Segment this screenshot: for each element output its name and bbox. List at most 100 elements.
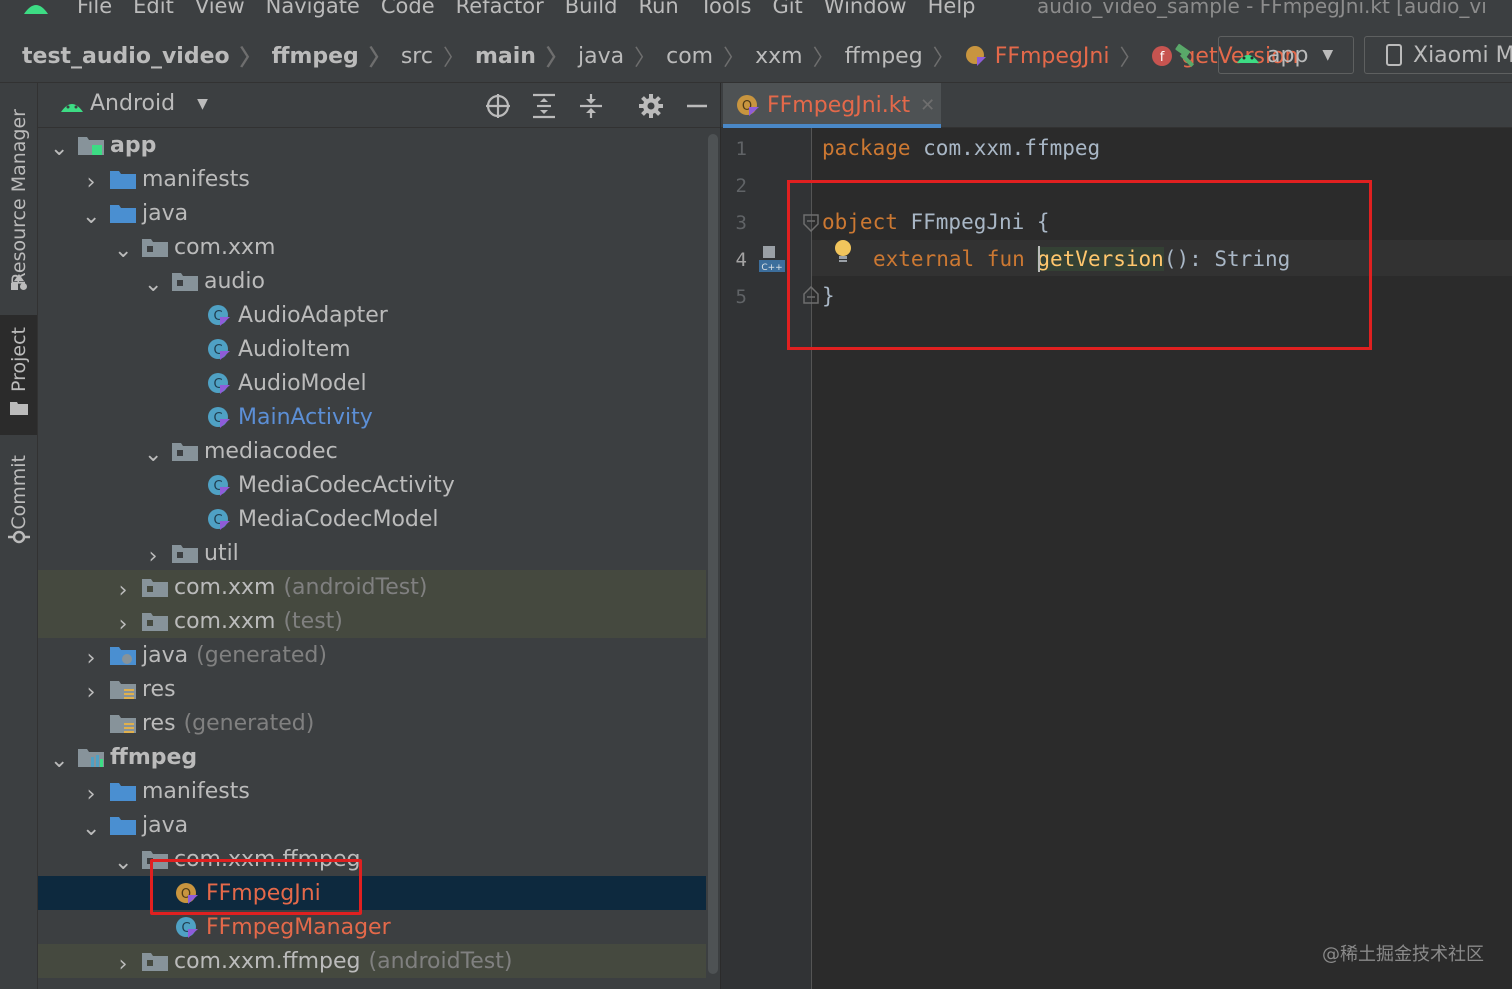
run-configuration-select[interactable]: app ▼ <box>1218 36 1354 74</box>
tree-item-manifests[interactable]: › manifests <box>38 162 720 196</box>
chevron-down-icon[interactable]: ⌄ <box>50 748 68 773</box>
tree-item-package-audio[interactable]: ⌄ audio <box>38 264 720 298</box>
tab-ffmpegjni-kt[interactable]: O FFmpegJni.kt ✕ <box>723 83 941 127</box>
tab-resource-manager[interactable]: Resource Manager <box>0 93 37 301</box>
chevron-right-icon[interactable]: › <box>82 170 100 195</box>
tree-item-package-com-xxm[interactable]: ⌄ com.xxm <box>38 230 720 264</box>
view-mode-select[interactable]: Android ▼ <box>60 91 208 116</box>
tab-project[interactable]: Project <box>0 315 37 435</box>
breadcrumb-item-ffmpegjni[interactable]: FFmpegJni 〉 <box>965 40 1152 72</box>
tree-item-java[interactable]: ⌄ java <box>38 196 720 230</box>
tree-item-ffmpegmanager[interactable]: C FFmpegManager <box>38 910 720 944</box>
menu-file[interactable]: File <box>77 0 112 18</box>
tree-item-res[interactable]: › res <box>38 672 720 706</box>
collapse-all-icon[interactable] <box>578 93 604 119</box>
menu-edit[interactable]: Edit <box>133 0 174 18</box>
chevron-right-icon[interactable]: › <box>114 578 132 603</box>
chevron-down-icon[interactable]: ⌄ <box>114 850 132 875</box>
tree-item-label: com.xxm <box>174 234 276 260</box>
chevron-right-icon[interactable]: › <box>114 952 132 977</box>
tree-item-label: AudioItem <box>238 336 351 362</box>
breadcrumb-item-src[interactable]: src 〉 <box>401 40 475 72</box>
chevron-down-icon[interactable]: ⌄ <box>114 238 132 263</box>
breadcrumb-item-java[interactable]: java 〉 <box>578 40 666 72</box>
menu-navigate[interactable]: Navigate <box>266 0 360 18</box>
tab-commit[interactable]: Commit <box>0 447 37 567</box>
tree-item-label: ffmpeg <box>110 744 198 770</box>
tree-item-package-com-xxm-ffmpeg[interactable]: ⌄ com.xxm.ffmpeg <box>38 842 720 876</box>
kotlin-class-icon: C <box>206 508 232 530</box>
build-hammer-icon[interactable] <box>1172 42 1200 70</box>
gear-icon[interactable] <box>638 93 664 119</box>
project-tree-scrollbar[interactable] <box>706 128 720 989</box>
breadcrumb-item-main[interactable]: main 〉 <box>475 40 578 72</box>
chevron-down-icon[interactable]: ⌄ <box>50 136 68 161</box>
window-title: audio_video_sample - FFmpegJni.kt [audio… <box>1037 0 1487 18</box>
chevron-right-icon[interactable]: › <box>82 646 100 671</box>
chevron-right-icon[interactable]: › <box>82 680 100 705</box>
expand-all-icon[interactable] <box>531 93 557 119</box>
chevron-down-icon[interactable]: ⌄ <box>82 204 100 229</box>
tree-item-label: MediaCodecModel <box>238 506 439 532</box>
breadcrumb-item-ffmpeg[interactable]: ffmpeg 〉 <box>845 40 965 72</box>
locate-crosshair-icon[interactable] <box>485 93 511 119</box>
tree-item-package-test[interactable]: › com.xxm (test) <box>38 604 720 638</box>
menu-run[interactable]: Run <box>638 0 678 18</box>
scrollbar-thumb[interactable] <box>708 134 718 974</box>
generated-folder-icon <box>110 644 136 666</box>
breadcrumb-item-project[interactable]: test_audio_video 〉 <box>22 40 272 72</box>
menu-git[interactable]: Git <box>772 0 802 18</box>
minimize-icon[interactable] <box>684 93 710 119</box>
kotlin-class-icon: C <box>174 916 200 938</box>
tab-resource-manager-label: Resource Manager <box>7 108 30 286</box>
menu-refactor[interactable]: Refactor <box>456 0 544 18</box>
line-number: 5 <box>735 286 747 308</box>
tree-item-app[interactable]: ⌄ app <box>38 128 718 162</box>
cpp-native-gutter-icon[interactable]: C++ <box>757 244 787 274</box>
tree-item-java-generated[interactable]: › java (generated) <box>38 638 720 672</box>
breadcrumb-item-module[interactable]: ffmpeg 〉 <box>272 40 401 72</box>
menu-view[interactable]: View <box>195 0 245 18</box>
tree-item-audioadapter[interactable]: C AudioAdapter <box>38 298 720 332</box>
tree-item-mainactivity[interactable]: C MainActivity <box>38 400 720 434</box>
tree-item-package-ffmpeg-androidtest[interactable]: › com.xxm.ffmpeg (androidTest) <box>38 944 720 978</box>
chevron-down-icon[interactable]: ⌄ <box>144 442 162 467</box>
tree-item-package-mediacodec[interactable]: ⌄ mediacodec <box>38 434 720 468</box>
package-folder-icon <box>142 236 168 258</box>
kotlin-object-icon: O <box>737 95 759 116</box>
tree-item-mediacodecmodel[interactable]: C MediaCodecModel <box>38 502 720 536</box>
tree-item-mediacodecactivity[interactable]: C MediaCodecActivity <box>38 468 720 502</box>
tab-project-label: Project <box>7 327 30 393</box>
menu-build[interactable]: Build <box>565 0 618 18</box>
tree-item-label: manifests <box>142 778 250 804</box>
tree-item-label: MainActivity <box>238 404 373 430</box>
menu-code[interactable]: Code <box>381 0 435 18</box>
tree-item-ffmpeg-manifests[interactable]: › manifests <box>38 774 720 808</box>
tree-item-res-generated[interactable]: res (generated) <box>38 706 720 740</box>
chevron-right-icon[interactable]: › <box>144 544 162 569</box>
tree-item-ffmpeg-java[interactable]: ⌄ java <box>38 808 720 842</box>
menu-window[interactable]: Window <box>824 0 907 18</box>
tree-item-ffmpeg-module[interactable]: ⌄ ffmpeg <box>38 740 718 774</box>
chevron-down-icon[interactable]: ⌄ <box>82 816 100 841</box>
tab-label: FFmpegJni.kt <box>767 92 911 118</box>
close-icon[interactable]: ✕ <box>920 95 935 116</box>
tree-item-label: com.xxm.ffmpeg <box>174 948 361 974</box>
breadcrumb-label: java <box>577 43 625 69</box>
chevron-right-icon[interactable]: › <box>114 612 132 637</box>
breadcrumb-item-com[interactable]: com 〉 <box>666 40 755 72</box>
menu-tools[interactable]: Tools <box>700 0 752 18</box>
resource-folder-icon <box>110 712 136 734</box>
tree-item-audioitem[interactable]: C AudioItem <box>38 332 720 366</box>
chevron-right-icon[interactable]: › <box>82 782 100 807</box>
menu-help[interactable]: Help <box>928 0 976 18</box>
code-line-1[interactable]: package com.xxm.ffmpeg <box>822 136 1100 160</box>
tree-item-audiomodel[interactable]: C AudioModel <box>38 366 720 400</box>
watermark: @稀土掘金技术社区 <box>1322 944 1484 965</box>
chevron-down-icon[interactable]: ⌄ <box>144 272 162 297</box>
tree-item-ffmpegjni[interactable]: O FFmpegJni <box>38 876 720 910</box>
breadcrumb-item-xxm[interactable]: xxm 〉 <box>755 40 845 72</box>
device-select[interactable]: Xiaomi M <box>1364 36 1512 74</box>
tree-item-package-androidtest[interactable]: › com.xxm (androidTest) <box>38 570 720 604</box>
tree-item-package-util[interactable]: › util <box>38 536 720 570</box>
